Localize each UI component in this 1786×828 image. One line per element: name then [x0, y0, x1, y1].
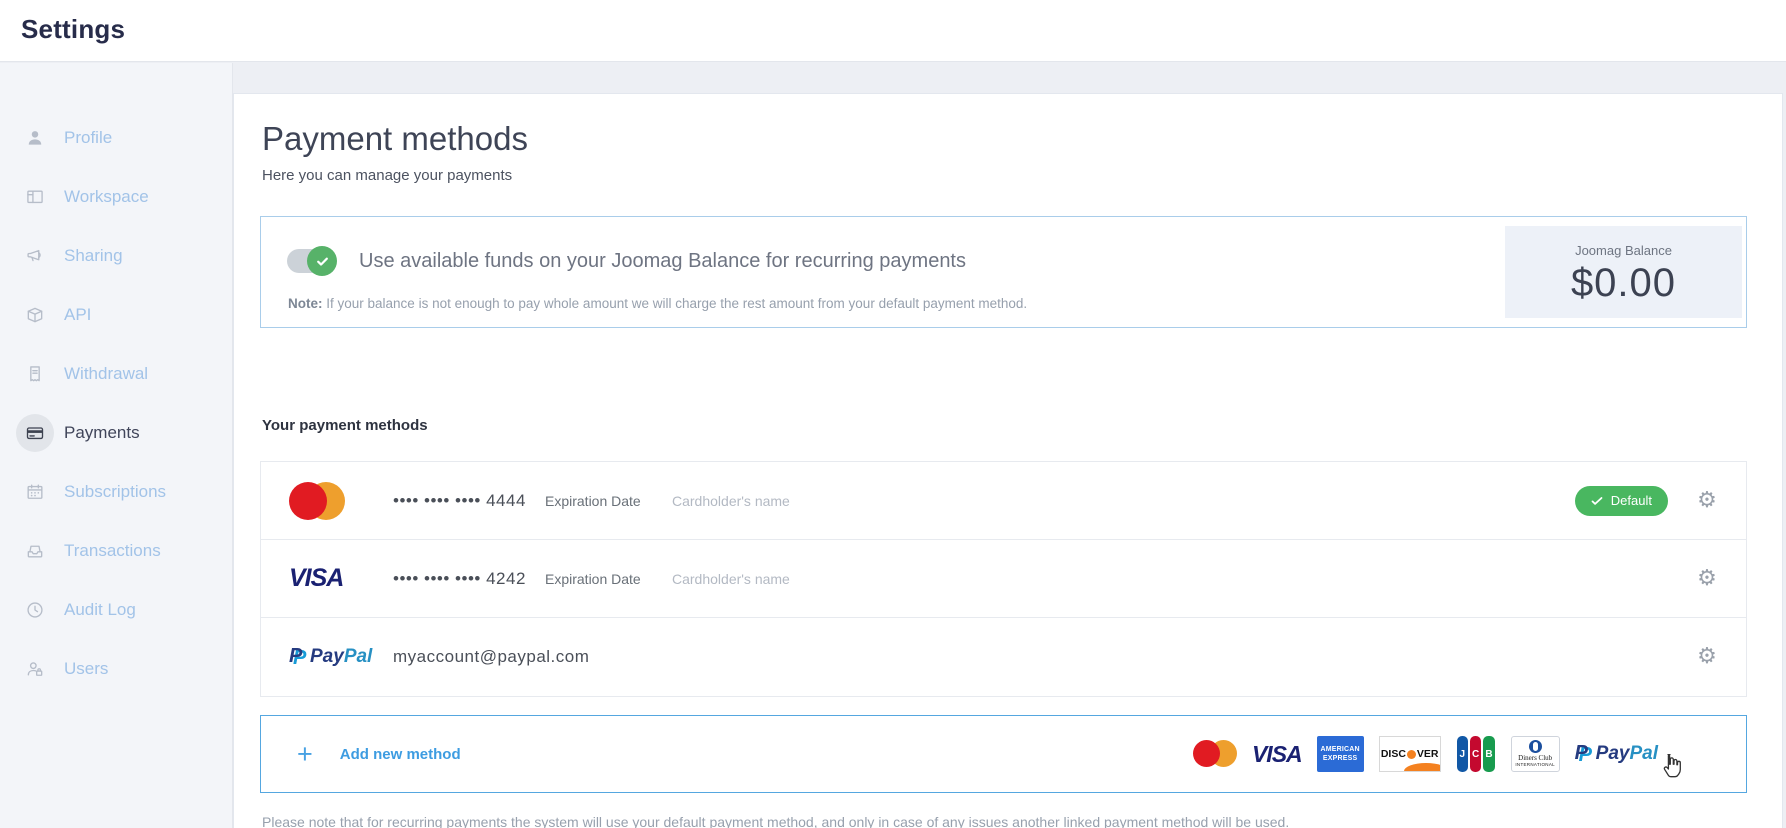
default-badge-button[interactable]: Default: [1575, 486, 1668, 516]
inbox-icon: [16, 532, 54, 570]
sidebar-item-label: Audit Log: [64, 600, 136, 620]
sidebar-item-label: Users: [64, 659, 108, 679]
cardholder-name-label: Cardholder's name: [672, 493, 790, 509]
top-bar: Settings: [0, 0, 1786, 62]
joomag-balance-box: Joomag Balance $0.00: [1505, 226, 1742, 318]
card-number: •••• •••• •••• 4242: [393, 569, 545, 589]
sidebar-item-label: Withdrawal: [64, 364, 148, 384]
methods-heading: Your payment methods: [262, 416, 1747, 435]
note-prefix: Note:: [288, 296, 323, 311]
visa-logo-icon: VISA: [1252, 741, 1302, 768]
balance-note: Note: If your balance is not enough to p…: [288, 296, 1027, 311]
plus-icon: +: [297, 739, 313, 770]
payment-method-row-paypal: PP PayPal myaccount@paypal.com ⚙: [261, 618, 1746, 696]
balance-label: Joomag Balance: [1505, 243, 1742, 258]
amex-logo-icon: AMERICAN EXPRESS: [1317, 736, 1364, 772]
sidebar-item-api[interactable]: API: [0, 285, 232, 344]
paypal-logo-icon: PP PayPal: [1575, 742, 1658, 766]
sidebar-item-label: Payments: [64, 423, 140, 443]
toggle-check-icon: [307, 246, 337, 276]
balance-amount: $0.00: [1505, 261, 1742, 306]
sidebar-item-workspace[interactable]: Workspace: [0, 167, 232, 226]
gear-icon[interactable]: ⚙: [1694, 566, 1720, 592]
toggle-label: Use available funds on your Joomag Balan…: [359, 250, 966, 273]
sidebar-item-transactions[interactable]: Transactions: [0, 521, 232, 580]
payments-panel: Payment methods Here you can manage your…: [233, 93, 1783, 828]
default-label: Default: [1611, 493, 1652, 508]
discover-logo-icon: DISCVER: [1379, 736, 1441, 772]
sidebar-item-label: Workspace: [64, 187, 149, 207]
calendar-icon: [16, 473, 54, 511]
card-number: •••• •••• •••• 4444: [393, 491, 545, 511]
sidebar-item-label: Transactions: [64, 541, 161, 561]
paypal-account: myaccount@paypal.com: [393, 647, 589, 667]
sidebar-item-subscriptions[interactable]: Subscriptions: [0, 462, 232, 521]
check-icon: [1591, 495, 1603, 507]
payment-method-row-mastercard: •••• •••• •••• 4444 Expiration Date Card…: [261, 462, 1746, 540]
section-title: Payment methods: [262, 120, 1747, 158]
package-icon: [16, 296, 54, 334]
visa-logo-icon: VISA: [289, 564, 343, 593]
clock-icon: [16, 591, 54, 629]
sidebar-item-payments[interactable]: Payments: [0, 403, 232, 462]
sidebar-item-label: Sharing: [64, 246, 123, 266]
credit-card-icon: [16, 414, 54, 452]
page-title: Settings: [0, 0, 1786, 45]
payment-method-row-visa: VISA •••• •••• •••• 4242 Expiration Date…: [261, 540, 1746, 618]
workspace-icon: [16, 178, 54, 216]
mastercard-logo-icon: [289, 481, 345, 521]
sidebar-item-label: Subscriptions: [64, 482, 166, 502]
diners-club-logo-icon: Diners Club INTERNATIONAL: [1511, 736, 1560, 772]
sidebar-item-label: Profile: [64, 128, 112, 148]
payment-methods-list: •••• •••• •••• 4444 Expiration Date Card…: [260, 461, 1747, 697]
use-balance-toggle[interactable]: [287, 249, 333, 273]
settings-sidebar: Profile Workspace Sharing API Withdrawal: [0, 63, 233, 828]
add-method-label: Add new method: [340, 746, 461, 763]
megaphone-icon: [16, 237, 54, 275]
paypal-logo-icon: PP PayPal: [289, 645, 372, 669]
mastercard-logo-icon: [1193, 740, 1237, 768]
sidebar-item-label: API: [64, 305, 91, 325]
add-new-method-button[interactable]: + Add new method VISA AMERICAN EXPRESS D…: [260, 715, 1747, 793]
sidebar-item-sharing[interactable]: Sharing: [0, 226, 232, 285]
gear-icon[interactable]: ⚙: [1694, 488, 1720, 514]
receipt-icon: [16, 355, 54, 393]
gear-icon[interactable]: ⚙: [1694, 644, 1720, 670]
expiration-date-label: Expiration Date: [545, 493, 672, 509]
user-lock-icon: [16, 650, 54, 688]
note-text: If your balance is not enough to pay who…: [326, 296, 1027, 311]
section-subtitle: Here you can manage your payments: [262, 167, 1747, 185]
sidebar-item-withdrawal[interactable]: Withdrawal: [0, 344, 232, 403]
user-icon: [16, 119, 54, 157]
jcb-logo-icon: JCB: [1456, 736, 1496, 772]
recurring-payments-note: Please note that for recurring payments …: [262, 814, 1747, 828]
sidebar-item-audit-log[interactable]: Audit Log: [0, 580, 232, 639]
expiration-date-label: Expiration Date: [545, 571, 672, 587]
sidebar-item-users[interactable]: Users: [0, 639, 232, 698]
sidebar-item-profile[interactable]: Profile: [0, 108, 232, 167]
joomag-balance-panel: Use available funds on your Joomag Balan…: [260, 216, 1747, 328]
cardholder-name-label: Cardholder's name: [672, 571, 790, 587]
accepted-brands: VISA AMERICAN EXPRESS DISCVER JCB Diners…: [1178, 736, 1720, 772]
